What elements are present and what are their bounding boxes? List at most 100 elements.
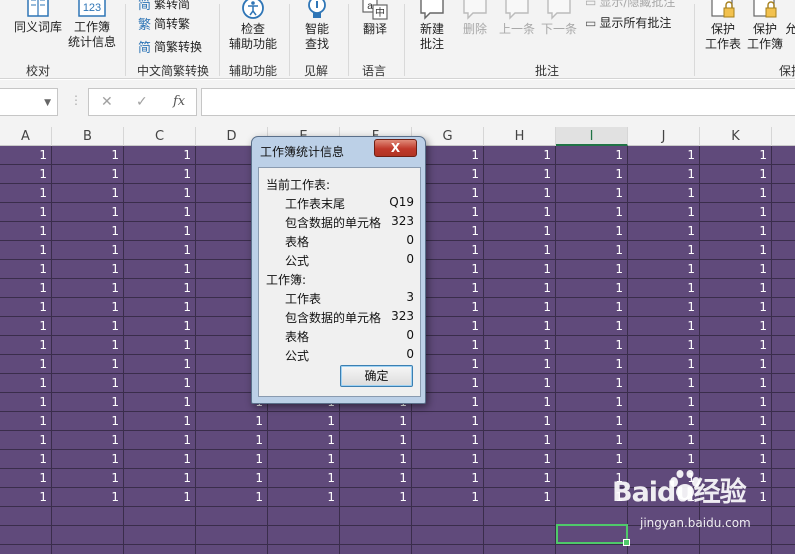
- cell[interactable]: 1: [484, 203, 556, 222]
- cell[interactable]: 1: [700, 355, 772, 374]
- cell[interactable]: 1: [0, 222, 52, 241]
- column-header-b[interactable]: B: [52, 127, 124, 146]
- cell[interactable]: 1: [124, 374, 196, 393]
- cell[interactable]: 1: [484, 184, 556, 203]
- cell[interactable]: 1: [0, 165, 52, 184]
- check-accessibility-button[interactable]: 检查 辅助功能: [225, 0, 281, 52]
- cell[interactable]: 1: [628, 222, 700, 241]
- cell[interactable]: 1: [268, 488, 340, 507]
- cell[interactable]: 1: [52, 355, 124, 374]
- cell[interactable]: 1: [700, 222, 772, 241]
- cell[interactable]: [268, 507, 340, 526]
- cell[interactable]: 1: [0, 317, 52, 336]
- cell[interactable]: 1: [628, 241, 700, 260]
- cell[interactable]: 1: [52, 450, 124, 469]
- cell[interactable]: 1: [0, 184, 52, 203]
- insert-function-icon[interactable]: fx: [173, 94, 185, 109]
- name-box[interactable]: ▼: [0, 88, 58, 116]
- cell[interactable]: 1: [340, 412, 412, 431]
- cell[interactable]: 1: [340, 469, 412, 488]
- cut-off-button[interactable]: 允: [786, 4, 795, 37]
- cell[interactable]: 1: [556, 393, 628, 412]
- cell[interactable]: 1: [556, 450, 628, 469]
- to-simplified-button[interactable]: 简 繁转简: [138, 0, 190, 13]
- cell[interactable]: [196, 526, 268, 545]
- cell[interactable]: [556, 545, 628, 554]
- cell[interactable]: [340, 545, 412, 554]
- workbook-stats-button[interactable]: 123 工作簿 统计信息: [66, 0, 118, 50]
- cell[interactable]: 1: [124, 184, 196, 203]
- cell[interactable]: 1: [124, 241, 196, 260]
- cell[interactable]: 1: [0, 279, 52, 298]
- previous-comment-button[interactable]: 上一条: [495, 0, 539, 37]
- cell[interactable]: 1: [124, 450, 196, 469]
- cell[interactable]: 1: [52, 469, 124, 488]
- cell[interactable]: 1: [700, 241, 772, 260]
- cell[interactable]: 1: [484, 222, 556, 241]
- cell[interactable]: 1: [0, 450, 52, 469]
- cell[interactable]: 1: [700, 374, 772, 393]
- cell[interactable]: 1: [0, 469, 52, 488]
- cell[interactable]: 1: [52, 431, 124, 450]
- to-traditional-button[interactable]: 繁 简转繁: [138, 14, 190, 33]
- cell[interactable]: 1: [628, 279, 700, 298]
- column-header-h[interactable]: H: [484, 127, 556, 146]
- cell[interactable]: 1: [700, 450, 772, 469]
- cell[interactable]: 1: [124, 222, 196, 241]
- cell[interactable]: 1: [0, 146, 52, 165]
- cell[interactable]: 1: [628, 203, 700, 222]
- cell[interactable]: 1: [484, 298, 556, 317]
- cell[interactable]: 1: [484, 374, 556, 393]
- cell[interactable]: 1: [556, 203, 628, 222]
- cell[interactable]: 1: [484, 317, 556, 336]
- cell[interactable]: [52, 526, 124, 545]
- cell[interactable]: 1: [484, 165, 556, 184]
- cell[interactable]: 1: [700, 279, 772, 298]
- cell[interactable]: 1: [628, 146, 700, 165]
- cell[interactable]: [0, 545, 52, 554]
- cell[interactable]: [268, 545, 340, 554]
- cell[interactable]: 1: [700, 317, 772, 336]
- cell[interactable]: 1: [556, 298, 628, 317]
- cell[interactable]: 1: [124, 355, 196, 374]
- cell[interactable]: 1: [52, 146, 124, 165]
- cell[interactable]: 1: [52, 393, 124, 412]
- cell[interactable]: 1: [124, 165, 196, 184]
- next-comment-button[interactable]: 下一条: [537, 0, 581, 37]
- cell[interactable]: 1: [628, 298, 700, 317]
- cell[interactable]: 1: [628, 374, 700, 393]
- close-button[interactable]: X: [374, 139, 417, 157]
- cell[interactable]: 1: [556, 279, 628, 298]
- cell[interactable]: [196, 507, 268, 526]
- cell[interactable]: 1: [124, 279, 196, 298]
- cell[interactable]: 1: [700, 431, 772, 450]
- cell[interactable]: 1: [52, 374, 124, 393]
- cell[interactable]: 1: [484, 450, 556, 469]
- column-header-k[interactable]: K: [700, 127, 772, 146]
- cell[interactable]: 1: [484, 431, 556, 450]
- delete-comment-button[interactable]: 删除: [455, 0, 495, 37]
- cell[interactable]: 1: [484, 469, 556, 488]
- cell[interactable]: 1: [412, 450, 484, 469]
- cell[interactable]: 1: [556, 317, 628, 336]
- show-hide-comment-button[interactable]: ▭ 显示/隐藏批注: [585, 0, 675, 10]
- cell[interactable]: 1: [0, 203, 52, 222]
- cell[interactable]: 1: [52, 412, 124, 431]
- cell[interactable]: 1: [556, 146, 628, 165]
- cell[interactable]: 1: [628, 393, 700, 412]
- cell[interactable]: 1: [124, 431, 196, 450]
- cell[interactable]: 1: [484, 260, 556, 279]
- cell[interactable]: 1: [196, 469, 268, 488]
- smart-lookup-button[interactable]: 智能 查找: [295, 0, 339, 52]
- cell[interactable]: 1: [0, 355, 52, 374]
- ok-button[interactable]: 确定: [340, 365, 413, 387]
- cell[interactable]: 1: [628, 431, 700, 450]
- cell[interactable]: 1: [556, 336, 628, 355]
- cell[interactable]: 1: [700, 260, 772, 279]
- cell[interactable]: 1: [484, 279, 556, 298]
- cell[interactable]: 1: [124, 146, 196, 165]
- column-header-c[interactable]: C: [124, 127, 196, 146]
- cell[interactable]: 1: [196, 488, 268, 507]
- cell[interactable]: 1: [556, 412, 628, 431]
- cell[interactable]: 1: [556, 241, 628, 260]
